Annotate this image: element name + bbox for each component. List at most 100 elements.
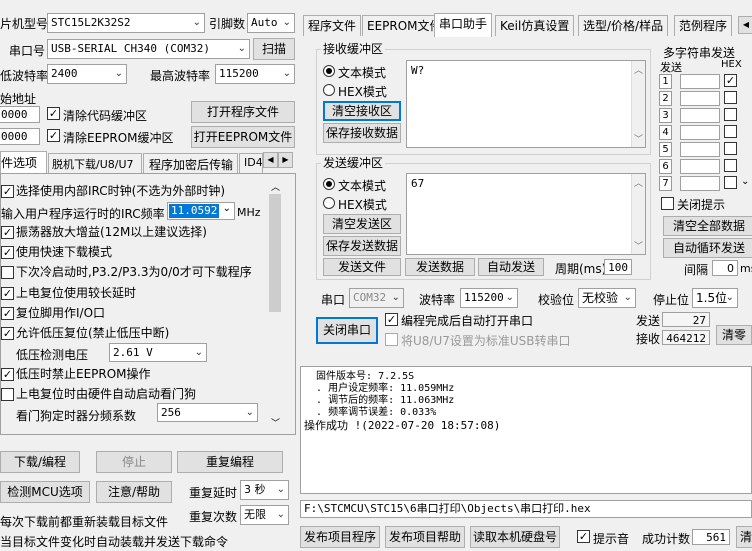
tab-examples[interactable]: 范例程序 (674, 15, 733, 36)
tab-encrypted-transfer[interactable]: 程序加密后传输 (143, 153, 238, 173)
detect-mcu-button[interactable]: 检测MCU选项 (0, 481, 90, 503)
scroll-down-icon[interactable]: ﹀ (634, 132, 643, 145)
option-long-reset-delay[interactable]: ✓ 上电复位使用较长延时 (1, 284, 136, 301)
irc-freq-select[interactable]: 11.0592 ⌄ (167, 202, 235, 220)
send-text-mode-radio[interactable] (323, 178, 335, 190)
port-select[interactable]: USB-SERIAL CH340 (COM32) ⌄ (47, 39, 250, 59)
close-hint-checkbox[interactable] (661, 197, 674, 210)
baud-select[interactable]: 115200 ⌄ (460, 288, 518, 308)
repeat-count-select[interactable]: 无限 ⌄ (240, 505, 289, 525)
send-textarea[interactable]: 67 ︿ ﹀ (406, 173, 646, 255)
save-receive-button[interactable]: 保存接收数据 (323, 123, 401, 143)
option-irc-clock[interactable]: ✓ 选择使用内部IRC时钟(不选为外部时钟) (1, 182, 225, 199)
multi-row-hex-checkbox[interactable] (724, 176, 737, 189)
option-reset-pin-io[interactable]: ✓ 复位脚用作I/O口 (1, 304, 105, 321)
interval-input[interactable]: 0 (712, 260, 738, 276)
scroll-up-icon[interactable]: ︿ (634, 63, 643, 76)
com-select[interactable]: COM32 ⌄ (349, 288, 404, 308)
auto-open-port-checkbox[interactable]: ✓ (385, 313, 398, 326)
max-baud-select[interactable]: 115200 ⌄ (215, 64, 295, 84)
clear-success-button[interactable]: 清 (736, 526, 752, 548)
repeat-delay-select[interactable]: 3 秒 ⌄ (240, 480, 289, 500)
stop-bits-select[interactable]: 1.5位 ⌄ (692, 288, 738, 308)
multi-row-input[interactable] (680, 176, 720, 191)
multi-row-send-button[interactable]: 2 (659, 91, 672, 106)
tab-scroll-left-icon[interactable]: ◀ (263, 152, 278, 168)
multi-row-hex-checkbox[interactable]: ✓ (724, 74, 737, 87)
tab-program-file[interactable]: 程序文件 (303, 15, 362, 36)
reprogram-button[interactable]: 重复编程 (177, 451, 283, 473)
multi-row-send-button[interactable]: 1 (659, 74, 672, 89)
multi-row-send-button[interactable]: 7 (659, 176, 672, 191)
scroll-down-icon[interactable]: ﹀ (634, 239, 643, 252)
addr1-input[interactable]: 0000 (0, 106, 40, 123)
scroll-down-icon[interactable]: ﹀ (271, 416, 280, 429)
multi-row-input[interactable] (680, 142, 720, 157)
auto-loop-send-button[interactable]: 自动循环发送 (663, 238, 752, 258)
multi-row-send-button[interactable]: 4 (659, 125, 672, 140)
multi-row-hex-checkbox[interactable] (724, 142, 737, 155)
multi-scroll-down-icon[interactable]: ⌄ (741, 176, 749, 187)
parity-select[interactable]: 无校验 ⌄ (578, 288, 636, 308)
option-fast-download[interactable]: ✓ 使用快速下载模式 (1, 243, 112, 260)
clear-receive-button[interactable]: 清空接收区 (323, 101, 401, 121)
option-low-voltage-reset[interactable]: ✓ 允许低压复位(禁止低压中断) (1, 324, 169, 341)
multi-row-send-button[interactable]: 3 (659, 108, 672, 123)
auto-send-button[interactable]: 自动发送 (478, 258, 544, 276)
open-program-button[interactable]: 打开程序文件 (191, 101, 295, 123)
u8-usb-checkbox[interactable] (385, 333, 398, 346)
clear-eeprom-checkbox[interactable]: ✓ (47, 129, 60, 142)
read-disk-button[interactable]: 读取本机硬盘号 (470, 526, 560, 548)
publish-help-button[interactable]: 发布项目帮助 (385, 526, 465, 548)
send-file-button[interactable]: 发送文件 (323, 258, 401, 276)
scroll-up-icon[interactable]: ︿ (271, 180, 280, 193)
open-eeprom-button[interactable]: 打开EEPROM文件 (191, 126, 295, 148)
min-baud-select[interactable]: 2400 ⌄ (47, 64, 127, 84)
send-hex-mode-radio[interactable] (323, 197, 335, 209)
option-osc-gain[interactable]: ✓ 振荡器放大增益(12M以上建议选择) (1, 223, 207, 240)
multi-row-input[interactable] (680, 108, 720, 123)
multi-row-input[interactable] (680, 74, 720, 89)
scrollbar-thumb[interactable] (269, 194, 281, 312)
multi-row-hex-checkbox[interactable] (724, 91, 737, 104)
send-scrollbar[interactable]: ︿ ﹀ (631, 174, 645, 254)
download-program-button[interactable]: 下载/编程 (0, 451, 80, 473)
multi-row-hex-checkbox[interactable] (724, 108, 737, 121)
recv-text-mode-radio[interactable] (323, 65, 335, 77)
option-lv-eeprom[interactable]: ✓ 低压时禁止EEPROM操作 (1, 365, 151, 382)
multi-row-hex-checkbox[interactable] (724, 159, 737, 172)
pins-select[interactable]: Auto ⌄ (247, 13, 295, 33)
multi-row-hex-checkbox[interactable] (724, 125, 737, 138)
receive-textarea[interactable]: W? ︿ ﹀ (406, 60, 646, 148)
tab-keil-settings[interactable]: Keil仿真设置 (495, 15, 575, 36)
publish-project-button[interactable]: 发布项目程序 (300, 526, 380, 548)
tab-scroll-right-icon[interactable]: ▶ (278, 152, 293, 168)
options-scrollbar[interactable]: ︿ ﹀ (267, 178, 283, 430)
tab-scroll-left-icon[interactable]: ◀ (738, 16, 752, 34)
tab-selection-price[interactable]: 选型/价格/样品 (578, 15, 669, 36)
option-cold-start[interactable]: 下次冷启动时,P3.2/P3.3为0/0才可下载程序 (1, 263, 252, 280)
clear-count-button[interactable]: 清零 (716, 325, 752, 345)
beep-checkbox[interactable]: ✓ (577, 530, 590, 543)
scroll-up-icon[interactable]: ︿ (634, 176, 643, 189)
close-port-button[interactable]: 关闭串口 (316, 317, 378, 344)
send-data-button[interactable]: 发送数据 (405, 258, 475, 276)
wdt-select[interactable]: 256 ⌄ (157, 403, 258, 422)
lvd-select[interactable]: 2.61 V ⌄ (109, 343, 207, 362)
tab-id[interactable]: ID4 (239, 153, 263, 173)
multi-row-send-button[interactable]: 6 (659, 159, 672, 174)
multi-row-send-button[interactable]: 5 (659, 142, 672, 157)
clear-code-checkbox[interactable]: ✓ (47, 107, 60, 120)
output-log[interactable]: 固件版本号: 7.2.5S . 用户设定频率: 11.059MHz . 调节后的… (300, 366, 752, 494)
help-button[interactable]: 注意/帮助 (96, 481, 172, 503)
tab-serial-assistant[interactable]: 串口助手 (434, 13, 493, 37)
tab-offline-download[interactable]: 脱机下载/U8/U7 (48, 153, 142, 173)
recv-hex-mode-radio[interactable] (323, 84, 335, 96)
period-input[interactable]: 100 (604, 259, 632, 275)
multi-row-input[interactable] (680, 125, 720, 140)
addr2-input[interactable]: 0000 (0, 128, 40, 145)
tab-hardware-options[interactable]: 件选项 (0, 151, 47, 173)
multi-row-input[interactable] (680, 91, 720, 106)
receive-scrollbar[interactable]: ︿ ﹀ (631, 61, 645, 147)
multi-row-input[interactable] (680, 159, 720, 174)
